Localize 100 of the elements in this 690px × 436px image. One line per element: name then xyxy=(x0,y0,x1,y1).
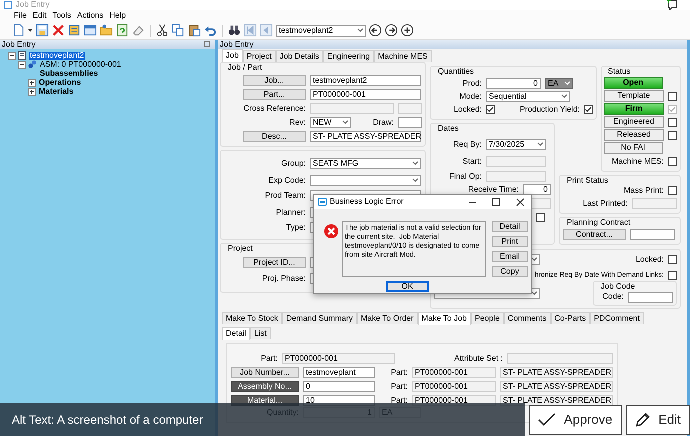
tree-item[interactable]: ASM: 0 PT000000-001 xyxy=(39,60,122,68)
tab[interactable]: Project xyxy=(242,50,276,62)
tab[interactable]: Comments xyxy=(504,312,551,324)
tab[interactable]: Make To Order xyxy=(357,312,418,324)
form-button[interactable]: Desc... xyxy=(243,131,306,142)
menu-item[interactable]: Edit xyxy=(32,12,47,20)
expand-icon[interactable] xyxy=(28,88,36,96)
tree-item[interactable]: Operations xyxy=(38,78,82,86)
dropdown-field[interactable]: EA xyxy=(545,78,573,89)
tree-item[interactable]: Materials xyxy=(38,88,75,96)
status-button[interactable]: Open xyxy=(604,77,663,89)
text-field[interactable] xyxy=(310,103,394,114)
tab[interactable]: Engineering xyxy=(323,50,374,62)
text-field[interactable] xyxy=(507,353,613,364)
form-button[interactable]: Part... xyxy=(243,89,306,100)
form-button[interactable]: Job... xyxy=(243,75,306,86)
status-button[interactable]: Template xyxy=(604,90,664,102)
tree-item[interactable]: testmoveplant2 xyxy=(29,52,86,60)
dropdown-caret-icon[interactable] xyxy=(28,28,33,33)
collapse-icon[interactable] xyxy=(8,52,16,60)
text-field[interactable]: testmoveplant xyxy=(303,367,375,378)
menu-item[interactable]: Actions xyxy=(77,12,104,20)
form-button[interactable]: Contract... xyxy=(563,229,626,240)
status-button[interactable]: Engineered xyxy=(604,116,664,128)
text-field[interactable] xyxy=(628,292,673,302)
text-field[interactable]: ST- PLATE ASSY-SPREADER xyxy=(500,367,613,378)
dialog-button[interactable]: Email xyxy=(492,251,528,262)
dialog-button[interactable]: Copy xyxy=(492,266,528,277)
tab[interactable]: Detail xyxy=(222,327,250,340)
binoculars-icon[interactable] xyxy=(228,24,241,37)
edit-button[interactable]: Edit xyxy=(626,404,690,434)
checkbox[interactable] xyxy=(668,130,677,140)
dialog-button[interactable]: Print xyxy=(492,236,528,247)
tab[interactable]: Demand Summary xyxy=(282,312,358,324)
checkbox[interactable] xyxy=(584,105,593,114)
text-field[interactable] xyxy=(398,103,422,114)
checkbox[interactable] xyxy=(668,118,677,126)
form-button[interactable]: Assembly No... xyxy=(231,381,299,392)
text-field[interactable] xyxy=(398,117,422,128)
dialog-button[interactable]: Detail xyxy=(492,221,528,232)
window-icon[interactable] xyxy=(84,24,97,37)
dropdown-field[interactable]: 7/30/2025 xyxy=(486,139,546,150)
tab[interactable]: Co-Parts xyxy=(550,312,590,324)
folder-icon[interactable] xyxy=(100,24,113,37)
book-icon[interactable] xyxy=(68,24,81,37)
dropdown-field[interactable]: NEW xyxy=(310,117,351,128)
tab[interactable]: Make To Job xyxy=(418,312,471,325)
text-field[interactable] xyxy=(632,198,677,209)
checkbox[interactable] xyxy=(668,255,677,264)
undo-icon[interactable] xyxy=(204,24,217,37)
tab[interactable]: List xyxy=(250,327,271,339)
add-circle-icon[interactable] xyxy=(401,24,414,37)
text-field[interactable]: PT000000-001 xyxy=(310,89,421,100)
text-field[interactable] xyxy=(486,171,546,182)
clipboard-icon[interactable] xyxy=(188,24,201,37)
text-field[interactable] xyxy=(486,156,546,167)
dropdown-field[interactable]: Sequential xyxy=(486,91,570,102)
menu-item[interactable]: Tools xyxy=(52,12,72,20)
text-field[interactable]: ST- PLATE ASSY-SPREADER xyxy=(310,131,421,142)
text-field[interactable] xyxy=(630,229,675,240)
text-field[interactable]: 0 xyxy=(523,184,551,195)
tree-item[interactable]: Subassemblies xyxy=(39,70,100,78)
tab[interactable]: Machine MES xyxy=(374,50,432,62)
scissors-icon[interactable] xyxy=(156,24,169,37)
text-field[interactable]: ST- PLATE ASSY-SPREADER xyxy=(500,381,613,392)
tab[interactable]: PDComment xyxy=(590,312,644,324)
dropdown-field[interactable]: SEATS MFG xyxy=(310,158,421,169)
form-button[interactable]: Job Number... xyxy=(231,367,299,378)
menu-item[interactable]: File xyxy=(14,12,27,20)
text-field[interactable]: PT000000-001 xyxy=(412,381,496,392)
collapse-icon[interactable] xyxy=(18,60,26,68)
delete-icon[interactable] xyxy=(52,24,65,37)
checkbox[interactable] xyxy=(668,271,677,280)
copy-icon[interactable] xyxy=(172,24,185,37)
tab[interactable]: Job xyxy=(222,49,243,62)
form-button[interactable]: Project ID... xyxy=(243,257,306,268)
checkbox[interactable] xyxy=(668,92,677,100)
expand-icon[interactable] xyxy=(28,78,36,86)
add-comment-icon[interactable] xyxy=(666,0,678,11)
refresh-icon[interactable] xyxy=(116,24,129,37)
text-field[interactable]: testmoveplant2 xyxy=(310,75,421,86)
pin-icon[interactable] xyxy=(204,41,211,48)
tab[interactable]: Make To Stock xyxy=(222,312,282,324)
checkbox[interactable] xyxy=(668,157,677,166)
menu-item[interactable]: Help xyxy=(110,12,126,20)
status-button[interactable]: No FAI xyxy=(604,142,663,154)
text-field[interactable]: PT000000-001 xyxy=(412,367,496,378)
record-dropdown[interactable]: testmoveplant2 xyxy=(276,24,366,36)
text-field[interactable]: 0 xyxy=(303,381,375,392)
back-circle-icon[interactable] xyxy=(369,24,382,37)
close-icon[interactable] xyxy=(516,198,525,206)
checkbox[interactable] xyxy=(486,105,495,114)
checkbox[interactable] xyxy=(536,213,545,222)
status-button[interactable]: Released xyxy=(604,129,664,141)
text-field[interactable]: PT000000-001 xyxy=(282,353,395,364)
tab[interactable]: Job Details xyxy=(276,50,324,62)
tab[interactable]: People xyxy=(471,312,504,324)
approve-button[interactable]: Approve xyxy=(529,404,622,434)
text-field[interactable]: 0 xyxy=(486,78,541,89)
checkbox[interactable] xyxy=(668,186,677,195)
